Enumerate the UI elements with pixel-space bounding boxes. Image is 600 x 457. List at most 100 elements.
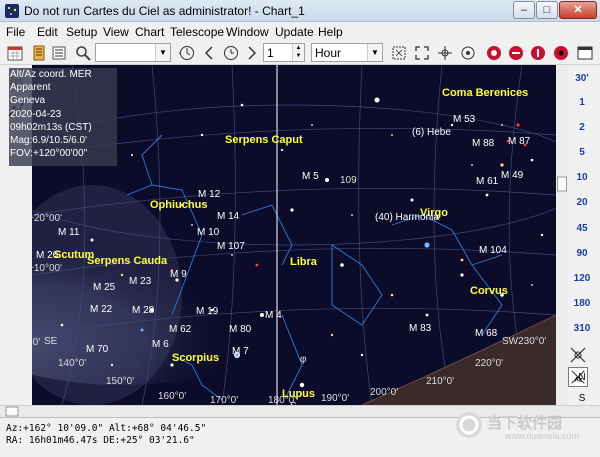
menu-bar: File Edit Setup View Chart Telescope Win… [0, 22, 600, 41]
object-label: M 11 [58, 227, 80, 238]
grid-label: 190°0' [321, 393, 350, 404]
grid-label: 150°0' [106, 376, 135, 387]
clock-icon[interactable] [222, 44, 240, 62]
config-icon[interactable] [30, 44, 48, 62]
telescope-slew-icon[interactable] [529, 44, 547, 62]
object-label: M 4 [265, 310, 282, 321]
menu-view[interactable]: View [103, 25, 129, 39]
status-altaz: Az:+162° 10'09.0" Alt:+68° 04'46.5" [6, 423, 207, 434]
menu-file[interactable]: File [6, 25, 25, 39]
object-label: M 5 [302, 171, 319, 182]
menu-setup[interactable]: Setup [66, 25, 97, 39]
time-unit-value: Hour [315, 46, 342, 60]
object-label: M 6 [152, 339, 169, 350]
chart-info-panel: Alt/Az coord. MER Apparent Geneva 2020-0… [9, 68, 117, 166]
grid-label: +10°00' [32, 263, 62, 274]
info-magnitude: Mag:6.9/10.5/6.0' [10, 135, 87, 146]
window-layout-icon[interactable] [576, 44, 594, 62]
info-location: Geneva [10, 95, 46, 106]
info-coord-mode: Alt/Az coord. MER [10, 69, 92, 80]
grid-label: 109 [340, 175, 357, 186]
app-icon [5, 4, 19, 18]
object-label: M 53 [453, 114, 476, 125]
info-date: 2020-04-23 [10, 109, 62, 120]
calendar-icon[interactable] [6, 44, 24, 62]
status-radec: RA: 16h01m46.47s DE:+25° 03'21.6" [6, 435, 195, 446]
minimize-button[interactable]: – [513, 1, 535, 19]
menu-help[interactable]: Help [318, 25, 343, 39]
menu-update[interactable]: Update [275, 25, 314, 39]
object-label: M 88 [472, 138, 495, 149]
object-label: M 87 [508, 136, 531, 147]
menu-chart[interactable]: Chart [135, 25, 164, 39]
constellation-label: Serpens Cauda [87, 255, 168, 267]
menu-edit[interactable]: Edit [37, 25, 58, 39]
object-label: M 23 [129, 276, 152, 287]
target-icon[interactable] [459, 44, 477, 62]
maximize-button[interactable]: □ [536, 1, 558, 19]
info-apparent: Apparent [10, 82, 51, 93]
menu-telescope[interactable]: Telescope [170, 25, 224, 39]
object-label: M 12 [198, 189, 221, 200]
constellation-label: Coma Berenices [442, 87, 529, 99]
grid-label: 160°0' [158, 391, 187, 402]
grid-label: 140°0' [58, 358, 87, 369]
object-label: M 80 [229, 324, 252, 335]
window-title: Do not run Cartes du Ciel as administrat… [24, 4, 305, 18]
object-label: M 68 [475, 328, 498, 339]
time-back-icon[interactable] [200, 44, 218, 62]
chevron-down-icon[interactable]: ▼ [367, 44, 382, 61]
object-label: M 70 [86, 344, 109, 355]
time-unit-select[interactable]: Hour ▼ [311, 43, 383, 62]
info-fov: FOV:+120°00'00" [10, 148, 88, 159]
time-step-spinner[interactable]: 1 ▲ ▼ [263, 43, 305, 62]
grid-label: 220°0' [475, 358, 504, 369]
vertical-scrollbar[interactable] [556, 65, 568, 405]
object-label: M 10 [197, 227, 220, 238]
watermark-url: www.downxia.com [505, 431, 580, 441]
object-label: M 19 [196, 306, 219, 317]
object-label: M 104 [479, 245, 507, 256]
menu-window[interactable]: Window [226, 25, 269, 39]
chevron-down-icon[interactable]: ▼ [155, 44, 170, 61]
object-label: (6) Hebe [412, 127, 451, 138]
telescope-connect-icon[interactable] [485, 44, 503, 62]
close-button[interactable]: ✕ [559, 1, 597, 19]
grid-label: 210°0' [426, 376, 455, 387]
fit-screen-icon[interactable] [413, 44, 431, 62]
telescope-abort-icon[interactable] [552, 44, 570, 62]
title-bar: Do not run Cartes du Ciel as administrat… [0, 0, 600, 22]
object-search-combo[interactable]: ▼ [95, 43, 171, 62]
equatorial-mode-icon[interactable] [568, 345, 588, 365]
search-icon[interactable] [74, 44, 92, 62]
grid-label: SW230°0' [502, 336, 547, 347]
object-label: M 28 [132, 305, 155, 316]
object-label: M 9 [170, 269, 187, 280]
watermark-logo: 当下软件园 www.downxia.com [453, 403, 593, 448]
grid-label: 200°0' [370, 387, 399, 398]
constellation-label: Serpens Caput [225, 134, 303, 146]
object-label: M 25 [93, 282, 116, 293]
time-step-value: 1 [267, 46, 274, 60]
object-label: M 62 [169, 324, 192, 335]
toolbar: ▼ 1 ▲ ▼ Hour ▼ [0, 41, 600, 65]
time-forward-icon[interactable] [243, 44, 261, 62]
constellation-label: Corvus [470, 285, 508, 297]
telescope-sync-icon[interactable] [507, 44, 525, 62]
object-label: M 83 [409, 323, 432, 334]
info-time: 09h02m13s (CST) [10, 122, 92, 133]
grid-label: 170°0' [210, 395, 239, 405]
crosshair-icon[interactable] [436, 44, 454, 62]
object-label: M 26 [36, 250, 59, 261]
spinner-arrows-icon[interactable]: ▲ ▼ [292, 44, 304, 61]
zoom-box-icon[interactable] [390, 44, 408, 62]
object-label: M 49 [501, 170, 524, 181]
constellation-label: Libra [290, 256, 317, 268]
object-label: M 7 [232, 346, 249, 357]
time-now-icon[interactable] [178, 44, 196, 62]
list-icon[interactable] [50, 44, 68, 62]
object-label: M 107 [217, 241, 245, 252]
object-label: M 14 [217, 211, 240, 222]
grid-label: SE [44, 336, 58, 347]
constellation-label: Ophiuchus [150, 199, 208, 211]
